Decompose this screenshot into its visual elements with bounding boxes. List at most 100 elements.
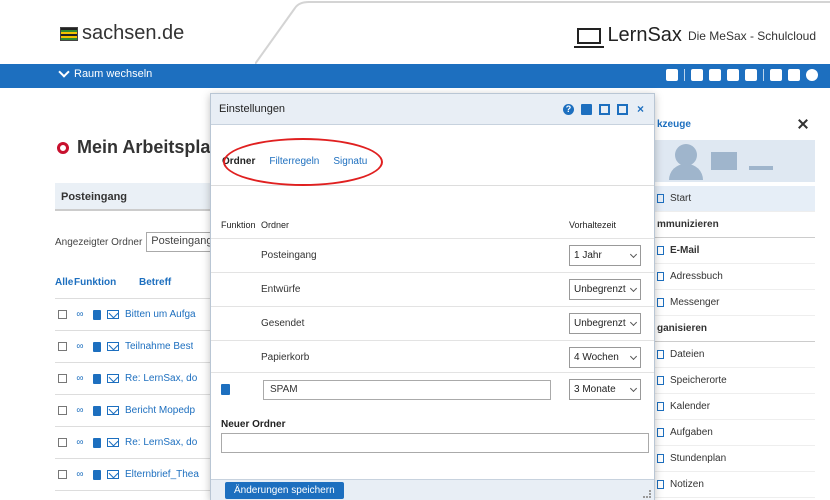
sidebar-item[interactable]: Aufgaben (655, 420, 815, 446)
retention-select[interactable]: 4 Wochen (569, 347, 641, 368)
popout-icon[interactable] (617, 103, 628, 115)
bookmark-icon[interactable] (745, 69, 757, 81)
edit-icon[interactable] (709, 69, 721, 81)
print-icon[interactable] (581, 103, 592, 115)
tab-1[interactable]: Filterregeln (269, 156, 319, 171)
select-checkbox[interactable] (58, 374, 67, 383)
tab-2[interactable]: Signatu (333, 156, 367, 171)
preview-icon[interactable]: ∞ (73, 469, 87, 480)
sidebar-item[interactable]: Stundenplan (655, 446, 815, 472)
resize-grip-icon[interactable] (643, 490, 651, 498)
close-icon[interactable]: × (635, 103, 646, 115)
table-row[interactable]: ∞ Re: LernSax, do (55, 426, 215, 458)
custom-folder-name-input[interactable]: SPAM (263, 379, 551, 400)
preview-icon[interactable]: ∞ (73, 341, 87, 352)
raum-wechseln-button[interactable]: Raum wechseln (58, 66, 152, 80)
sidebar-item-label: Speicherorte (670, 375, 727, 386)
sidebar-item[interactable]: Notizen (655, 472, 815, 498)
lamp-illustration-icon (749, 148, 773, 170)
table-row[interactable]: ∞ Bericht Mopedp (55, 394, 215, 426)
trash-icon[interactable] (93, 373, 101, 384)
sidebar-item-icon (657, 428, 664, 437)
retention-select[interactable]: 3 Monate (569, 379, 641, 400)
table-row[interactable]: ∞ Teilnahme Best (55, 330, 215, 362)
delete-folder-icon[interactable] (221, 384, 230, 395)
sidebar-item[interactable]: Speicherorte (655, 368, 815, 394)
user-illustration-head (675, 144, 697, 166)
sidebar-item-label: ganisieren (657, 323, 708, 334)
table-row[interactable]: ∞ Bitten um Aufga (55, 298, 215, 330)
preview-icon[interactable]: ∞ (73, 437, 87, 448)
select-checkbox[interactable] (58, 342, 67, 351)
retention-select[interactable]: 1 Jahr (569, 245, 641, 266)
sachsen-logo[interactable]: sachsen.de (60, 22, 184, 45)
new-folder-input[interactable] (221, 433, 649, 453)
sidebar-item-icon (657, 298, 664, 307)
retention-select[interactable]: Unbegrenzt (569, 313, 641, 334)
tab-0[interactable]: Ordner (222, 156, 255, 171)
trash-icon[interactable] (93, 405, 101, 416)
help-icon[interactable] (806, 69, 818, 81)
trash-icon[interactable] (93, 341, 101, 352)
dialog-footer: Änderungen speichern (211, 479, 654, 500)
print-icon[interactable] (788, 69, 800, 81)
mail-subject[interactable]: Elternbrief_Thea (125, 469, 199, 480)
mail-subject[interactable]: Bericht Mopedp (125, 405, 195, 416)
retention-value: Unbegrenzt (574, 284, 626, 295)
select-checkbox[interactable] (58, 438, 67, 447)
retention-select[interactable]: Unbegrenzt (569, 279, 641, 300)
tools-icon[interactable] (666, 69, 678, 81)
page-title: Mein Arbeitsplatz (57, 137, 225, 158)
dialog-title: Einstellungen (219, 103, 286, 115)
mail-subject[interactable]: Re: LernSax, do (125, 373, 197, 384)
sidebar-item[interactable]: Adressbuch (655, 264, 815, 290)
help-icon[interactable]: ? (563, 103, 574, 115)
trash-icon[interactable] (93, 469, 101, 480)
folder-select[interactable]: Posteingang (146, 232, 217, 252)
sidebar-item[interactable]: E-Mail (655, 238, 815, 264)
tab-posteingang[interactable]: Posteingang (55, 183, 215, 211)
folder-name: Papierkorb (261, 352, 310, 363)
mail-icon[interactable] (691, 69, 703, 81)
dialog-titlebar[interactable]: Einstellungen ? × (211, 94, 654, 125)
note-icon[interactable] (727, 69, 739, 81)
sidebar-item-icon (657, 376, 664, 385)
folder-row: Entwürfe Unbegrenzt (211, 272, 654, 306)
sidebar-item[interactable]: Start (655, 186, 815, 212)
lernsax-logo[interactable]: LernSax Die MeSax - Schulcloud (574, 24, 816, 48)
preview-icon[interactable]: ∞ (73, 309, 87, 320)
column-vorhaltezeit: Vorhaltezeit (569, 220, 617, 230)
header-alle[interactable]: Alle (55, 277, 73, 288)
envelope-icon (107, 406, 119, 415)
folder-name: Entwürfe (261, 284, 301, 295)
select-checkbox[interactable] (58, 310, 67, 319)
folder-name: Gesendet (261, 318, 305, 329)
header-betreff[interactable]: Betreff (139, 277, 171, 288)
sidebar-item[interactable]: Messenger (655, 290, 815, 316)
mail-subject[interactable]: Re: LernSax, do (125, 437, 197, 448)
tools-sidebar: kzeuge Start mmunizieren E-Mail Adressbuch M… (655, 108, 815, 500)
sidebar-item: mmunizieren (655, 212, 815, 238)
brand-left-text: sachsen.de (82, 22, 185, 44)
preview-icon[interactable]: ∞ (73, 405, 87, 416)
sidebar-item[interactable]: Kalender (655, 394, 815, 420)
sidebar-item[interactable]: Dateien (655, 342, 815, 368)
tools-pin-icon[interactable] (797, 118, 809, 130)
logout-icon[interactable] (770, 69, 782, 81)
table-row[interactable]: ∞Religionsgruppe (55, 490, 215, 500)
mail-subject[interactable]: Teilnahme Best (125, 341, 193, 352)
table-row[interactable]: ∞ Elternbrief_Thea (55, 458, 215, 490)
sidebar-menu: Start mmunizieren E-Mail Adressbuch Messenge… (655, 186, 815, 498)
trash-icon[interactable] (93, 309, 101, 320)
preview-icon[interactable]: ∞ (73, 373, 87, 384)
trash-icon[interactable] (93, 437, 101, 448)
custom-folder-row: SPAM 3 Monate (211, 372, 654, 406)
sidebar-item-label: Dateien (670, 349, 705, 360)
select-checkbox[interactable] (58, 406, 67, 415)
chevron-down-icon (629, 384, 638, 392)
fullscreen-icon[interactable] (599, 103, 610, 115)
save-changes-button[interactable]: Änderungen speichern (225, 482, 344, 499)
mail-subject[interactable]: Bitten um Aufga (125, 309, 196, 320)
table-row[interactable]: ∞ Re: LernSax, do (55, 362, 215, 394)
select-checkbox[interactable] (58, 470, 67, 479)
